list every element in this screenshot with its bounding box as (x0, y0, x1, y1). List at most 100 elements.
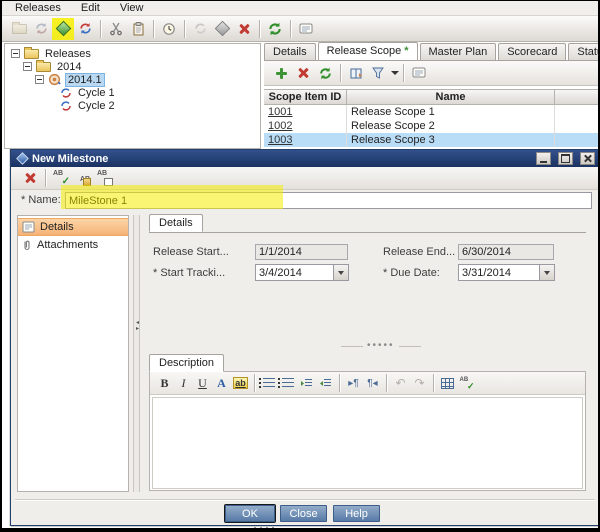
dialog-tab-details[interactable]: Details (149, 214, 203, 232)
description-tab[interactable]: Description (149, 354, 224, 372)
spelling-options-icon[interactable]: AB (94, 167, 116, 189)
due-date-combo[interactable]: 3/31/2014 (458, 264, 555, 281)
description-textarea[interactable] (152, 397, 583, 489)
tab-status[interactable]: Status (568, 43, 600, 60)
maximize-button[interactable] (558, 152, 573, 165)
close-button[interactable] (580, 152, 595, 165)
left-to-right-icon[interactable]: ▸¶ (344, 374, 363, 393)
scope-grid: Scope Item ID Name 1001 Release Scope 1 … (264, 89, 600, 147)
tree-item-label: Releases (43, 48, 93, 60)
dropdown-arrow-icon[interactable] (333, 265, 348, 280)
tree-item-cycle-2[interactable]: Cycle 2 (5, 99, 260, 112)
tree-item-2014[interactable]: 2014 (5, 60, 260, 73)
menu-view[interactable]: View (111, 1, 153, 15)
send-by-email-icon[interactable] (408, 62, 430, 84)
menu-releases[interactable]: Releases (6, 1, 70, 15)
tab-details[interactable]: Details (264, 43, 316, 60)
add-scope-item-icon[interactable] (270, 62, 292, 84)
right-to-left-icon[interactable]: ¶◂ (363, 374, 382, 393)
sidebar-item-attachments[interactable]: Attachments (18, 236, 128, 254)
cycle-icon (60, 87, 72, 99)
cut-icon[interactable] (105, 18, 127, 40)
new-milestone-icon[interactable] (52, 18, 74, 40)
due-date-value: 3/31/2014 (459, 265, 539, 280)
scope-id-link[interactable]: 1001 (268, 106, 292, 118)
tree-item-label: Cycle 1 (76, 87, 117, 99)
numbered-list-icon[interactable] (278, 374, 297, 393)
modified-indicator: * (404, 45, 408, 60)
go-to-release-icon[interactable] (189, 18, 211, 40)
collapse-icon[interactable] (11, 49, 20, 58)
paperclip-icon (22, 239, 32, 252)
dialog-titlebar[interactable]: New Milestone (11, 150, 598, 167)
dropdown-arrow-icon[interactable] (539, 265, 554, 280)
dialog-title: New Milestone (32, 153, 529, 165)
refresh-icon[interactable] (314, 62, 336, 84)
tree-item-label: 2014 (55, 61, 83, 73)
form-splitter[interactable]: ••••• (341, 344, 421, 348)
help-button[interactable]: Help (333, 505, 380, 522)
release-start-label: Release Start... (153, 244, 253, 260)
milestone-icon[interactable] (211, 18, 233, 40)
redo-icon[interactable]: ↷ (410, 374, 429, 393)
check-spelling-icon[interactable]: AB✓ (50, 167, 72, 189)
bold-icon[interactable]: B (155, 374, 174, 393)
insert-table-icon[interactable] (438, 374, 457, 393)
tab-master-plan[interactable]: Master Plan (420, 43, 497, 60)
decrease-indent-icon[interactable] (316, 374, 335, 393)
menu-edit[interactable]: Edit (72, 1, 109, 15)
tab-scorecard[interactable]: Scorecard (498, 43, 566, 60)
delete-scope-item-icon[interactable] (292, 62, 314, 84)
table-row-selected[interactable]: 1003 Release Scope 3 (264, 133, 600, 147)
column-header-scope-item-id[interactable]: Scope Item ID (264, 90, 347, 104)
bulleted-list-icon[interactable] (259, 374, 278, 393)
collapse-icon[interactable] (23, 62, 32, 71)
tab-release-scope[interactable]: Release Scope * (318, 42, 418, 60)
toolbar-separator (259, 20, 260, 38)
text-highlight-icon[interactable]: ab (231, 374, 250, 393)
underline-icon[interactable]: U (193, 374, 212, 393)
new-cycle-icon[interactable] (74, 18, 96, 40)
undo-icon[interactable]: ↶ (391, 374, 410, 393)
check-spelling-icon[interactable]: AB✓ (457, 374, 476, 393)
scope-id-link[interactable]: 1003 (268, 134, 292, 146)
delete-icon[interactable] (233, 18, 255, 40)
sidebar-item-details[interactable]: Details (18, 218, 128, 236)
increase-indent-icon[interactable] (297, 374, 316, 393)
toolbar-separator (403, 64, 404, 82)
name-input[interactable] (65, 192, 592, 209)
font-color-icon[interactable]: A (212, 374, 231, 393)
ok-button[interactable]: OK (225, 505, 275, 522)
start-tracking-combo[interactable]: 3/4/2014 (255, 264, 349, 281)
toolbar-separator (45, 169, 46, 187)
sidebar-splitter[interactable]: ◂▸ (133, 215, 140, 492)
timeline-icon[interactable] (158, 18, 180, 40)
tree-item-2014-1[interactable]: 2014.1 (5, 73, 260, 86)
collapse-icon[interactable] (35, 75, 44, 84)
refresh-all-icon[interactable] (264, 18, 286, 40)
clear-all-fields-icon[interactable] (19, 167, 41, 189)
send-by-email-icon[interactable] (295, 18, 317, 40)
dialog-sidebar: Details Attachments (17, 215, 129, 492)
folder-icon (36, 62, 51, 72)
close-dialog-button[interactable]: Close (280, 505, 327, 522)
minimize-button[interactable] (536, 152, 551, 165)
toolbar-separator (386, 374, 387, 392)
set-filter-icon[interactable] (367, 62, 389, 84)
paste-icon[interactable] (127, 18, 149, 40)
scope-id-link[interactable]: 1002 (268, 120, 292, 132)
grid-header: Scope Item ID Name (264, 89, 600, 105)
table-row[interactable]: 1001 Release Scope 1 (264, 105, 600, 119)
splitter-arrows-icon[interactable]: ◂▸ (134, 320, 141, 332)
tree-item-cycle-1[interactable]: Cycle 1 (5, 86, 260, 99)
thesaurus-icon[interactable]: AB (72, 167, 94, 189)
italic-icon[interactable]: I (174, 374, 193, 393)
tree-item-releases[interactable]: Releases (5, 47, 260, 60)
description-panel: B I U A ab ▸¶ ¶◂ ↶ ↷ (149, 371, 586, 491)
select-columns-icon[interactable] (345, 62, 367, 84)
new-release-folder-icon[interactable] (8, 18, 30, 40)
filter-dropdown-icon[interactable] (391, 71, 399, 75)
table-row[interactable]: 1002 Release Scope 2 (264, 119, 600, 133)
new-release-icon[interactable] (30, 18, 52, 40)
column-header-name[interactable]: Name (347, 90, 555, 104)
